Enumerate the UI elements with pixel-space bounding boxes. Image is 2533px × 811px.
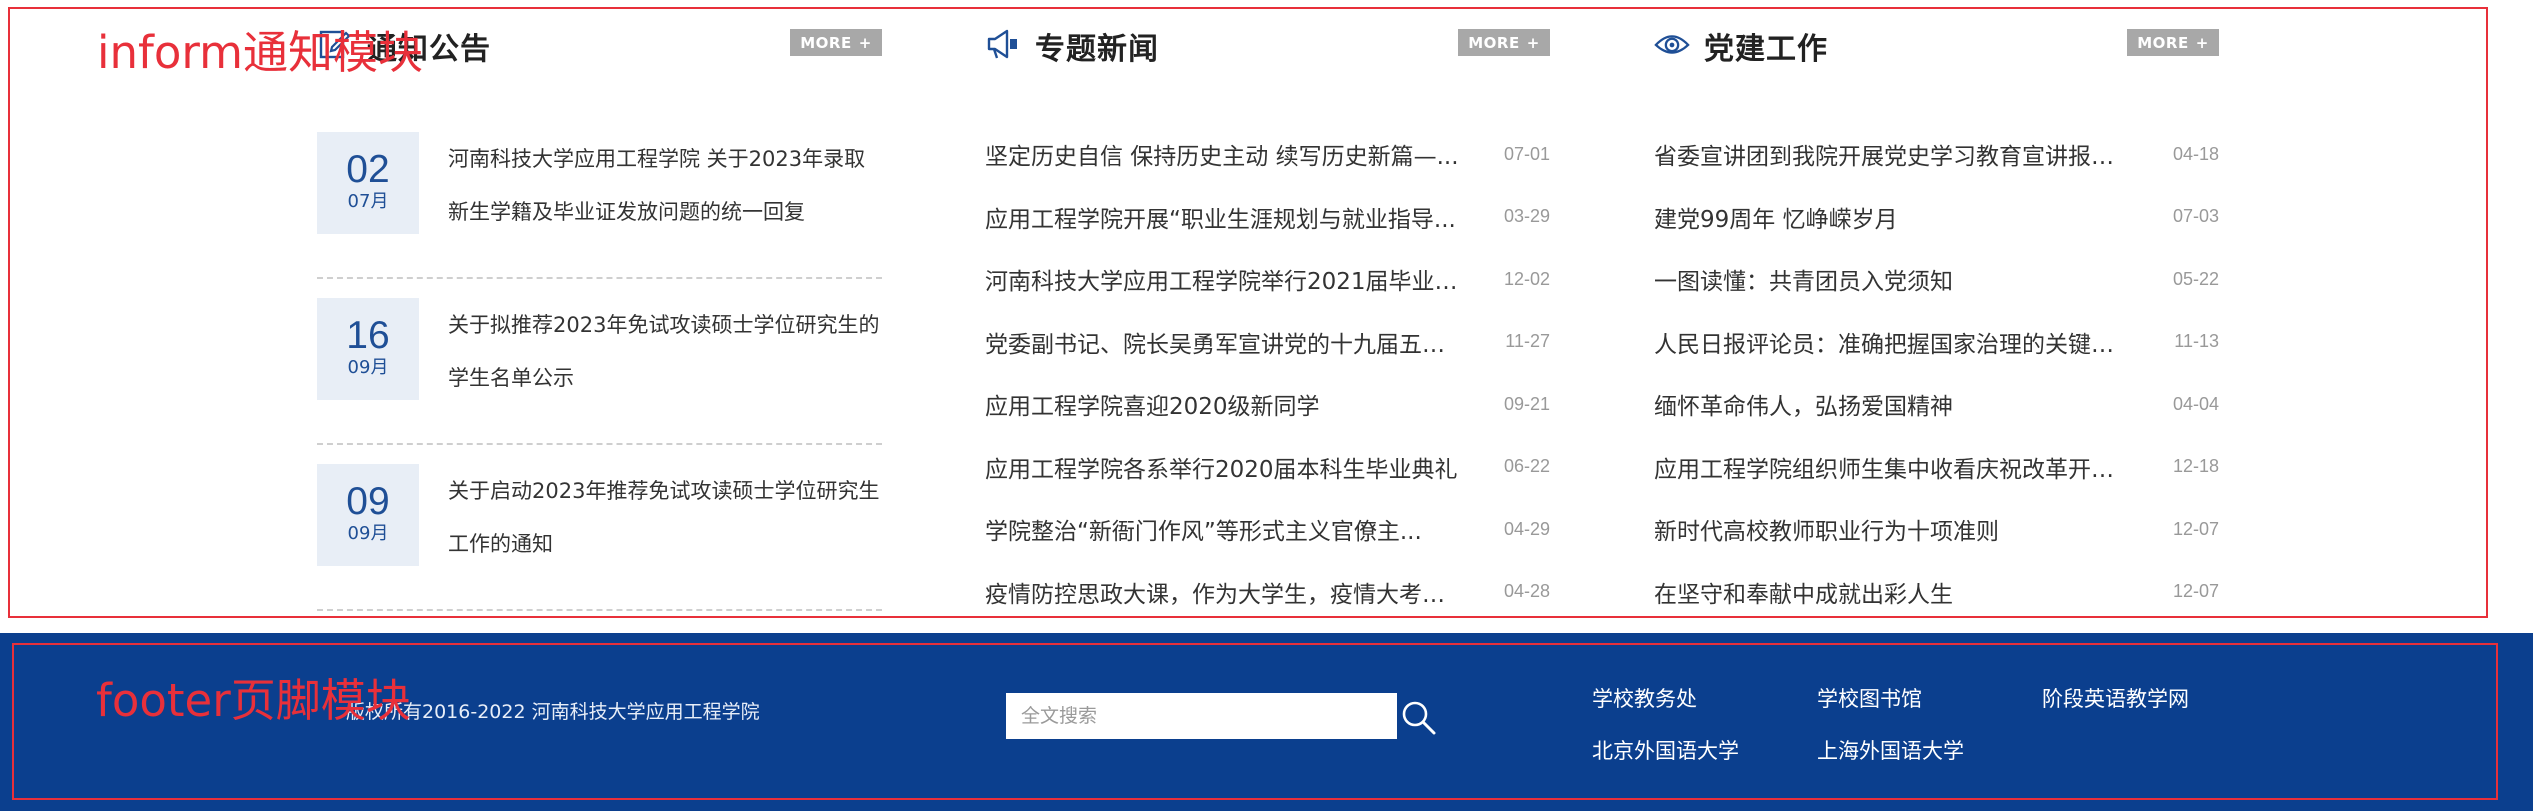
news-date: 12-02 [1503, 268, 1550, 289]
party-date: 11-13 [2174, 331, 2219, 352]
more-label: MORE [800, 33, 852, 52]
party-date: 07-03 [2172, 206, 2219, 227]
news-link[interactable]: 党委副书记、院长吴勇军宣讲党的十九届五中... [985, 325, 1465, 359]
news-item: 疫情防控思政大课，作为大学生，疫情大考告... 04-28 [985, 561, 1550, 624]
date-box: 09 09月 [317, 464, 419, 566]
inform-module-annotation: inform通知模块 [97, 26, 423, 79]
party-item: 新时代高校教师职业行为十项准则 12-07 [1654, 498, 2219, 561]
party-date: 04-18 [2172, 143, 2219, 164]
news-date: 06-22 [1503, 456, 1550, 477]
party-item: 省委宣讲团到我院开展党史学习教育宣讲报告... 04-18 [1654, 123, 2219, 186]
news-date: 11-27 [1505, 331, 1550, 352]
news-item: 学院整治“新衙门作风”等形式主义官僚主... 04-29 [985, 498, 1550, 561]
news-link[interactable]: 应用工程学院开展“职业生涯规划与就业指导... [985, 200, 1456, 234]
party-date: 12-18 [2172, 456, 2219, 477]
news-link[interactable]: 应用工程学院喜迎2020级新同学 [985, 387, 1320, 421]
more-label: MORE [2137, 33, 2189, 52]
footer-link[interactable]: 上海外国语大学 [1817, 735, 1964, 765]
party-item: 人民日报评论员：准确把握国家治理的关键和... 11-13 [1654, 311, 2219, 374]
news-link[interactable]: 学院整治“新衙门作风”等形式主义官僚主... [985, 512, 1422, 546]
party-header: 党建工作 MORE + [1654, 18, 2219, 73]
news-item: 河南科技大学应用工程学院举行2021届毕业生... 12-02 [985, 248, 1550, 311]
date-month: 09月 [347, 357, 389, 378]
party-link[interactable]: 在坚守和奉献中成就出彩人生 [1654, 575, 1953, 609]
search-icon[interactable] [1400, 699, 1438, 737]
news-date: 09-21 [1503, 393, 1550, 414]
party-date: 04-04 [2172, 393, 2219, 414]
party-link[interactable]: 一图读懂：共青团员入党须知 [1654, 262, 1953, 296]
news-date: 07-01 [1503, 143, 1550, 164]
party-item: 缅怀革命伟人，弘扬爱国精神 04-04 [1654, 373, 2219, 436]
party-link[interactable]: 缅怀革命伟人，弘扬爱国精神 [1654, 387, 1953, 421]
notice-link[interactable]: 关于拟推荐2023年免试攻读硕士学位研究生的学生名单公示 [448, 299, 882, 405]
eye-icon [1654, 26, 1690, 62]
more-label: MORE [1468, 33, 1520, 52]
date-month: 09月 [347, 523, 389, 544]
news-item: 坚定历史自信 保持历史主动 续写历史新篇—... 07-01 [985, 123, 1550, 186]
footer-module-annotation: footer页脚模块 [96, 674, 411, 727]
news-item: 应用工程学院喜迎2020级新同学 09-21 [985, 373, 1550, 436]
notices-more-button[interactable]: MORE + [790, 29, 882, 56]
party-link[interactable]: 人民日报评论员：准确把握国家治理的关键和... [1654, 325, 2134, 359]
date-day: 02 [346, 148, 390, 191]
party-more-button[interactable]: MORE + [2127, 29, 2219, 56]
party-link[interactable]: 建党99周年 忆峥嵘岁月 [1654, 200, 1898, 234]
party-date: 05-22 [2172, 268, 2219, 289]
party-item: 建党99周年 忆峥嵘岁月 07-03 [1654, 186, 2219, 249]
footer-link[interactable]: 学校图书馆 [1817, 683, 1922, 713]
news-item: 应用工程学院各系举行2020届本科生毕业典礼 06-22 [985, 436, 1550, 499]
party-list: 省委宣讲团到我院开展党史学习教育宣讲报告... 04-18 建党99周年 忆峥嵘岁月… [1654, 123, 2219, 623]
date-box: 16 09月 [317, 298, 419, 400]
news-link[interactable]: 应用工程学院各系举行2020届本科生毕业典礼 [985, 450, 1458, 484]
search-input[interactable] [1006, 693, 1397, 739]
date-day: 16 [346, 314, 390, 357]
notice-item[interactable]: 16 09月 关于拟推荐2023年免试攻读硕士学位研究生的学生名单公示 [317, 279, 882, 445]
plus-icon: + [1526, 33, 1540, 52]
party-item: 应用工程学院组织师生集中收看庆祝改革开放... 12-18 [1654, 436, 2219, 499]
party-link[interactable]: 应用工程学院组织师生集中收看庆祝改革开放... [1654, 450, 2134, 484]
plus-icon: + [858, 33, 872, 52]
party-date: 12-07 [2172, 581, 2219, 602]
news-date: 03-29 [1503, 206, 1550, 227]
party-date: 12-07 [2172, 518, 2219, 539]
footer-link[interactable]: 学校教务处 [1592, 683, 1697, 713]
news-list: 坚定历史自信 保持历史主动 续写历史新篇—... 07-01 应用工程学院开展“职业… [985, 123, 1550, 623]
date-day: 09 [346, 480, 390, 523]
date-month: 07月 [347, 191, 389, 212]
news-item: 应用工程学院开展“职业生涯规划与就业指导... 03-29 [985, 186, 1550, 249]
party-title: 党建工作 [1704, 32, 1828, 67]
news-date: 04-28 [1503, 581, 1550, 602]
party-column: 党建工作 MORE + 省委宣讲团到我院开展党史学习教育宣讲报告... 04-18… [1654, 18, 2219, 608]
news-link[interactable]: 坚定历史自信 保持历史主动 续写历史新篇—... [985, 137, 1459, 171]
notice-link[interactable]: 河南科技大学应用工程学院 关于2023年录取新生学籍及毕业证发放问题的统一回复 [448, 133, 882, 239]
party-link[interactable]: 新时代高校教师职业行为十项准则 [1654, 512, 1999, 546]
notice-item[interactable]: 02 07月 河南科技大学应用工程学院 关于2023年录取新生学籍及毕业证发放问题的… [317, 113, 882, 279]
news-item: 党委副书记、院长吴勇军宣讲党的十九届五中... 11-27 [985, 311, 1550, 374]
news-column: 专题新闻 MORE + 坚定历史自信 保持历史主动 续写历史新篇—... 07-0… [985, 18, 1550, 608]
footer-link[interactable]: 北京外国语大学 [1592, 735, 1739, 765]
notice-list: 02 07月 河南科技大学应用工程学院 关于2023年录取新生学籍及毕业证发放问题的… [317, 113, 882, 611]
news-header: 专题新闻 MORE + [985, 18, 1550, 73]
footer-link[interactable]: 阶段英语教学网 [2042, 683, 2189, 713]
notice-item[interactable]: 09 09月 关于启动2023年推荐免试攻读硕士学位研究生工作的通知 [317, 445, 882, 611]
megaphone-icon [985, 26, 1021, 62]
date-box: 02 07月 [317, 132, 419, 234]
news-title: 专题新闻 [1035, 32, 1159, 67]
news-link[interactable]: 河南科技大学应用工程学院举行2021届毕业生... [985, 262, 1465, 296]
news-date: 04-29 [1503, 518, 1550, 539]
news-link[interactable]: 疫情防控思政大课，作为大学生，疫情大考告... [985, 575, 1465, 609]
plus-icon: + [2195, 33, 2209, 52]
news-more-button[interactable]: MORE + [1458, 29, 1550, 56]
party-link[interactable]: 省委宣讲团到我院开展党史学习教育宣讲报告... [1654, 137, 2134, 171]
notice-link[interactable]: 关于启动2023年推荐免试攻读硕士学位研究生工作的通知 [448, 465, 882, 571]
party-item: 在坚守和奉献中成就出彩人生 12-07 [1654, 561, 2219, 624]
party-item: 一图读懂：共青团员入党须知 05-22 [1654, 248, 2219, 311]
